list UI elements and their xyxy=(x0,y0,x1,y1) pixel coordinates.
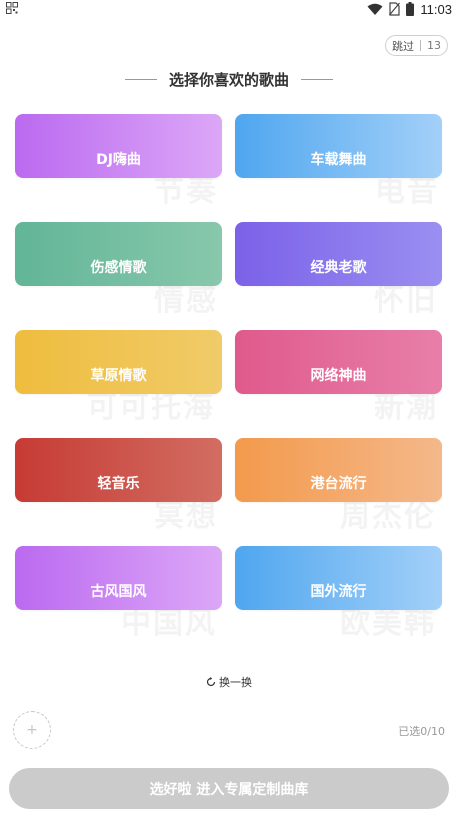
genre-card-car-dance[interactable]: 车载舞曲 xyxy=(235,114,442,178)
plus-icon: + xyxy=(26,722,38,738)
genre-card-chinese-style[interactable]: 古风国风 xyxy=(15,546,222,610)
genre-card-label: 轻音乐 xyxy=(97,476,140,492)
refresh-icon xyxy=(206,677,216,687)
genre-card-label: 古风国风 xyxy=(90,584,147,600)
genre-card-label: 草原情歌 xyxy=(90,368,147,384)
title-right-line xyxy=(301,78,333,80)
skip-divider xyxy=(420,40,421,51)
page-title-row: 选择你喜欢的歌曲 xyxy=(0,68,458,90)
genre-card-label: 网络神曲 xyxy=(310,368,367,384)
battery-icon xyxy=(406,2,415,16)
genre-card-label: 伤感情歌 xyxy=(90,260,147,276)
genre-card-label: 车载舞曲 xyxy=(310,152,367,168)
status-bar: 11:03 xyxy=(0,0,458,18)
no-sim-icon xyxy=(389,2,401,16)
genre-card-dj[interactable]: DJ嗨曲 xyxy=(15,114,222,178)
genre-card-hk-tw-pop[interactable]: 港台流行 xyxy=(235,438,442,502)
genre-card-classic-oldies[interactable]: 经典老歌 xyxy=(235,222,442,286)
app-notification-icon xyxy=(6,2,18,14)
genre-card-light-music[interactable]: 轻音乐 xyxy=(15,438,222,502)
add-selection-slot[interactable]: + xyxy=(13,711,51,749)
wifi-icon xyxy=(367,3,383,15)
genre-card-sad-love[interactable]: 伤感情歌 xyxy=(15,222,222,286)
skip-label: 跳过 xyxy=(392,39,414,53)
genre-card-label: 经典老歌 xyxy=(310,260,367,276)
genre-card-internet-hits[interactable]: 网络神曲 xyxy=(235,330,442,394)
confirm-button[interactable]: 选好啦 进入专属定制曲库 xyxy=(9,768,449,809)
genre-card-label: 国外流行 xyxy=(310,584,367,600)
selected-count: 已选0/10 xyxy=(398,725,445,738)
skip-button[interactable]: 跳过 13 xyxy=(385,35,448,56)
genre-card-foreign-pop[interactable]: 国外流行 xyxy=(235,546,442,610)
title-left-line xyxy=(124,78,157,80)
skip-countdown: 13 xyxy=(427,39,441,52)
refresh-label: 换一换 xyxy=(219,676,252,689)
genre-card-grassland[interactable]: 草原情歌 xyxy=(15,330,222,394)
genre-card-label: DJ嗨曲 xyxy=(96,152,141,168)
status-time: 11:03 xyxy=(420,1,452,17)
genre-card-label: 港台流行 xyxy=(310,476,367,492)
page-title: 选择你喜欢的歌曲 xyxy=(168,70,289,89)
refresh-button[interactable]: 换一换 xyxy=(0,674,458,690)
